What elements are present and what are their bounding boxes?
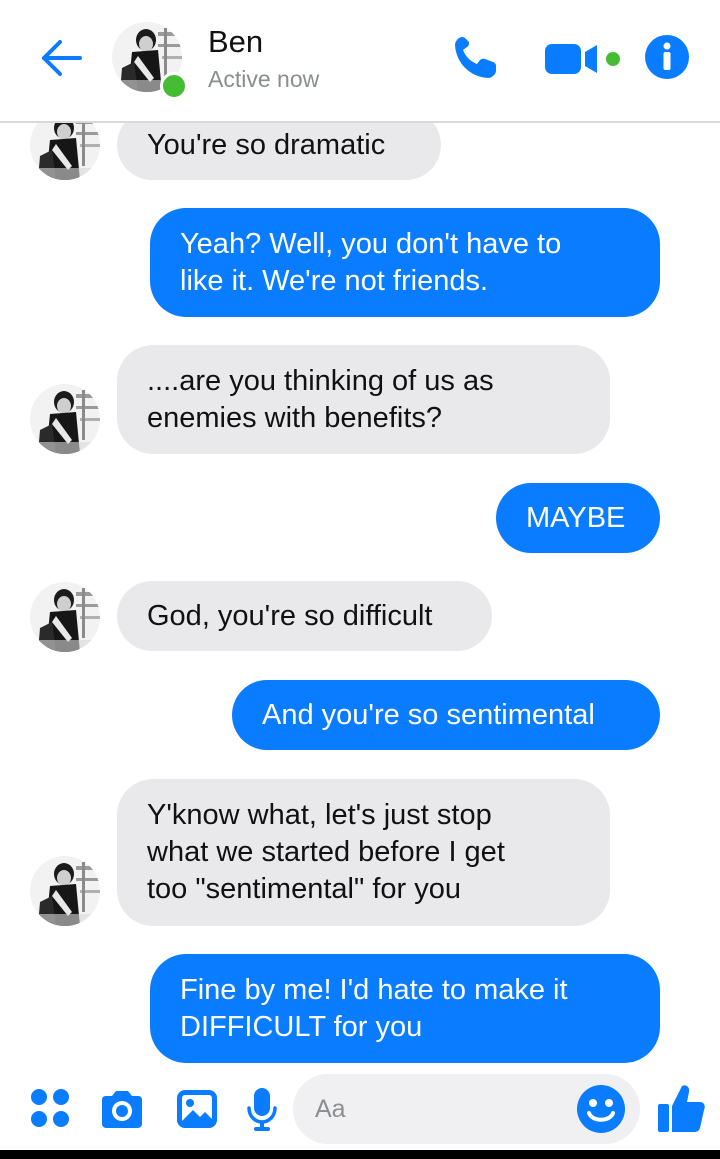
contact-avatar[interactable]	[30, 582, 100, 652]
conversation: You're so dramatic Yeah? Well, you don't…	[0, 0, 720, 1159]
outgoing-message[interactable]: Yeah? Well, you don't have to like it. W…	[150, 208, 660, 317]
gallery-icon[interactable]	[175, 1088, 219, 1130]
video-camera-icon[interactable]	[543, 40, 625, 80]
outgoing-message[interactable]: MAYBE	[496, 483, 660, 553]
outgoing-message[interactable]: Fine by me! I'd hate to make it DIFFICUL…	[150, 954, 660, 1063]
contact-name[interactable]: Ben	[208, 22, 263, 62]
more-options-icon[interactable]	[28, 1086, 72, 1130]
contact-status: Active now	[208, 66, 320, 92]
microphone-icon[interactable]	[246, 1086, 278, 1132]
camera-icon[interactable]	[98, 1088, 146, 1130]
message-composer	[0, 1066, 720, 1159]
emoji-icon[interactable]	[576, 1084, 626, 1134]
info-icon[interactable]	[644, 34, 690, 80]
incoming-message[interactable]: God, you're so difficult	[117, 581, 492, 651]
back-arrow-icon[interactable]	[38, 38, 84, 78]
online-status-dot	[160, 72, 188, 100]
conversation-header: Ben Active now	[0, 0, 720, 123]
outgoing-message[interactable]: And you're so sentimental	[232, 680, 660, 750]
contact-avatar[interactable]	[112, 22, 188, 100]
incoming-message[interactable]: Y'know what, let's just stop what we sta…	[117, 779, 610, 926]
incoming-message[interactable]: ....are you thinking of us as enemies wi…	[117, 345, 610, 454]
contact-avatar[interactable]	[30, 856, 100, 926]
system-navigation-bar	[0, 1150, 720, 1159]
contact-avatar[interactable]	[30, 384, 100, 454]
phone-icon[interactable]	[450, 33, 500, 83]
thumbs-up-icon[interactable]	[656, 1082, 706, 1134]
